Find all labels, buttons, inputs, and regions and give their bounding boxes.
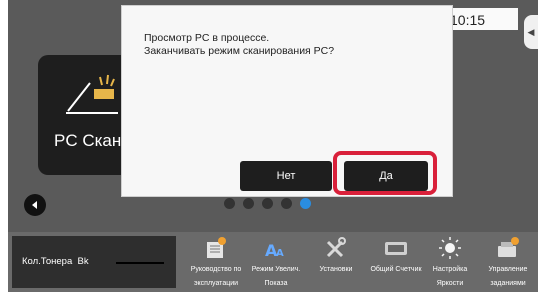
manual-icon	[207, 237, 226, 258]
page-dot	[224, 198, 235, 209]
job-status-label-line1: Управление	[488, 266, 528, 273]
settings-button[interactable]: Установки	[306, 232, 366, 292]
toner-bar	[116, 262, 164, 264]
counter-icon	[385, 242, 407, 255]
page-prev-button[interactable]	[24, 194, 46, 216]
page-dot-active	[300, 198, 311, 209]
clock: 10:15	[442, 8, 518, 30]
side-panel-tab[interactable]: ◀	[524, 15, 538, 49]
page-indicator	[224, 198, 311, 209]
magnify-text-icon: A A	[265, 241, 284, 260]
settings-label: Установки	[306, 263, 366, 277]
svg-text:A: A	[276, 248, 284, 259]
total-count-label-line1: Общий Счетчик	[370, 266, 422, 273]
taskbar: Кол.Тонера Bk Руководство по эксплуатаци…	[8, 232, 538, 292]
brightness-label-line1: Настройка	[432, 266, 468, 273]
scanner-icon	[66, 74, 118, 114]
yes-button[interactable]: Да	[344, 161, 428, 191]
touch-screen: 10:15 ◀ PC Скани Просмотр PC в процессе.…	[8, 0, 538, 232]
device-frame: 10:15 ◀ PC Скани Просмотр PC в процессе.…	[0, 0, 546, 295]
pc-scan-label: PC Скани	[54, 131, 131, 150]
job-status-button[interactable]: Управление заданиями	[478, 232, 538, 292]
dialog-message: Просмотр PC в процессе. Заканчивать режи…	[144, 32, 334, 58]
brightness-icon	[439, 237, 461, 259]
chevron-left-icon	[32, 201, 37, 209]
brightness-button[interactable]: Настройка Яркости	[420, 232, 480, 292]
dialog-message-line1: Просмотр PC в процессе.	[144, 32, 270, 44]
dialog-message-line2: Заканчивать режим сканирования PC?	[144, 45, 335, 57]
settings-label-line1: Установки	[319, 266, 353, 273]
manual-label-line1: Руководство по	[190, 266, 242, 273]
job-status-label-line2: заданиями	[490, 280, 526, 287]
magnify-display-button[interactable]: A A Режим Увелич. Показа	[246, 232, 306, 292]
brightness-label: Настройка Яркости	[420, 263, 480, 291]
magnify-display-label-line1: Режим Увелич.	[251, 266, 301, 273]
toner-level: Кол.Тонера Bk	[12, 236, 176, 288]
total-count-button[interactable]: Общий Счетчик	[366, 232, 426, 292]
toner-color: Bk	[77, 256, 89, 267]
manual-button[interactable]: Руководство по эксплуатации	[186, 232, 246, 292]
total-count-label: Общий Счетчик	[366, 263, 426, 277]
manual-label: Руководство по эксплуатации	[186, 263, 246, 291]
toner-text: Кол.Тонера	[22, 256, 73, 267]
magnify-display-label-line2: Показа	[264, 280, 288, 287]
toner-label: Кол.Тонера Bk	[22, 256, 89, 267]
page-dot	[281, 198, 292, 209]
job-status-icon	[498, 237, 519, 257]
page-dot	[262, 198, 273, 209]
confirm-dialog: Просмотр PC в процессе. Заканчивать режи…	[121, 5, 453, 197]
tools-icon	[326, 237, 346, 258]
manual-label-line2: эксплуатации	[193, 280, 239, 287]
brightness-label-line2: Яркости	[436, 280, 464, 287]
job-status-label: Управление заданиями	[478, 263, 538, 291]
magnify-display-label: Режим Увелич. Показа	[246, 263, 306, 291]
no-button[interactable]: Нет	[240, 161, 332, 191]
page-dot	[243, 198, 254, 209]
